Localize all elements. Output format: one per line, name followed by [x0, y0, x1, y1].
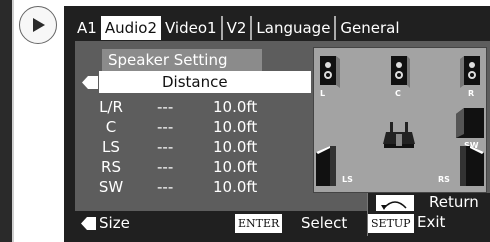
speaker-label-ls: LS	[342, 175, 353, 184]
dash-separator: ---	[157, 178, 174, 196]
select-label: Select	[301, 214, 348, 232]
return-icon[interactable]	[376, 195, 414, 211]
left-arrow-icon	[81, 217, 96, 230]
channel-label: L/R	[99, 98, 123, 116]
channel-label: SW	[98, 178, 124, 196]
speaker-label-rs: RS	[438, 175, 450, 184]
play-button[interactable]	[19, 6, 57, 44]
tab-a1[interactable]: A1	[73, 16, 101, 40]
setup-key-button[interactable]: SETUP	[368, 214, 414, 233]
front-left-speaker-icon	[320, 56, 340, 88]
surround-left-speaker-icon	[316, 146, 336, 186]
speaker-label-l: L	[320, 89, 325, 98]
footer-bar: Size ENTER Select	[75, 211, 347, 236]
distance-label: Distance	[162, 73, 228, 91]
left-edge-border	[12, 0, 14, 242]
surround-right-speaker-icon	[460, 146, 484, 186]
return-hint: Return	[368, 193, 490, 211]
submenu-title: Speaker Setting	[102, 49, 262, 71]
distance-table: L/R --- 10.0ft C --- 10.0ft LS --- 10.0f…	[75, 97, 311, 197]
channel-label: RS	[101, 158, 121, 176]
play-icon	[33, 18, 45, 32]
channel-label: C	[105, 118, 117, 136]
table-row[interactable]: C --- 10.0ft	[75, 117, 311, 137]
menu-tabs: A1 Audio2 Video1 V2 Language General	[73, 16, 404, 40]
distance-value: 10.0ft	[213, 138, 258, 156]
speaker-label-c: C	[395, 89, 401, 98]
subwoofer-icon	[456, 108, 484, 138]
distance-value: 10.0ft	[213, 158, 258, 176]
tab-video1[interactable]: Video1	[161, 16, 221, 40]
dash-separator: ---	[157, 118, 174, 136]
speaker-label-r: R	[468, 89, 474, 98]
left-arrow-icon[interactable]	[82, 76, 98, 89]
channel-label: LS	[102, 138, 120, 156]
listener-seat-icon	[383, 122, 415, 148]
tab-audio2[interactable]: Audio2	[100, 16, 161, 40]
front-right-speaker-icon	[460, 56, 480, 88]
dash-separator: ---	[157, 158, 174, 176]
osd-menu: A1 Audio2 Video1 V2 Language General Spe…	[64, 6, 490, 242]
center-speaker-icon	[391, 56, 410, 88]
distance-value: 10.0ft	[213, 98, 258, 116]
dash-separator: ---	[157, 98, 174, 116]
distance-value: 10.0ft	[213, 178, 258, 196]
table-row[interactable]: L/R --- 10.0ft	[75, 97, 311, 117]
distance-item[interactable]: Distance	[99, 71, 311, 93]
exit-label: Exit	[417, 213, 446, 231]
tab-v2[interactable]: V2	[223, 16, 251, 40]
tab-language[interactable]: Language	[252, 16, 334, 40]
distance-value: 10.0ft	[213, 118, 258, 136]
size-label: Size	[99, 214, 130, 232]
settings-panel: Speaker Setting Distance L/R --- 10.0ft …	[75, 41, 490, 236]
speaker-layout-diagram: L C R SW LS RS	[313, 47, 487, 193]
speaker-layout-svg: L C R SW LS RS	[316, 56, 484, 186]
table-row[interactable]: RS --- 10.0ft	[75, 157, 311, 177]
enter-key-button[interactable]: ENTER	[235, 214, 283, 233]
table-row[interactable]: SW --- 10.0ft	[75, 177, 311, 197]
tab-general[interactable]: General	[336, 16, 403, 40]
dash-separator: ---	[157, 138, 174, 156]
return-label: Return	[429, 193, 479, 211]
table-row[interactable]: LS --- 10.0ft	[75, 137, 311, 157]
